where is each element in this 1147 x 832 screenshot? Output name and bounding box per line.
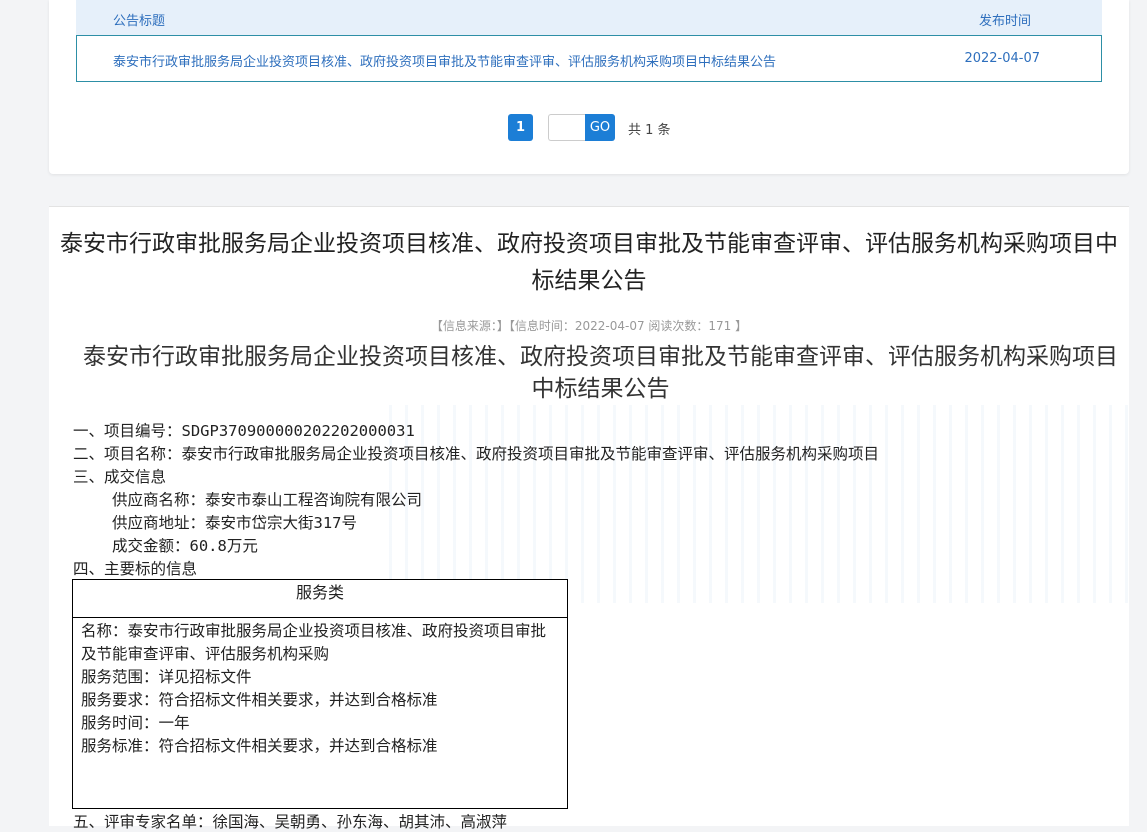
- service-requirement: 服务要求：符合招标文件相关要求，并达到合格标准: [81, 691, 438, 709]
- table-row[interactable]: 泰安市行政审批服务局企业投资项目核准、政府投资项目审批及节能审查评审、评估服务机…: [76, 35, 1102, 82]
- service-table-header: 服务类: [73, 580, 567, 618]
- announcement-date: 2022-04-07: [964, 51, 1040, 66]
- divider: [49, 206, 1129, 207]
- page-button-current[interactable]: 1: [508, 114, 533, 141]
- info-meta: 【信息来源：】【信息时间：2022-04-07 阅读次数：171 】: [430, 319, 748, 333]
- total-count: 共 1 条: [628, 123, 671, 138]
- announcement-link[interactable]: 泰安市行政审批服务局企业投资项目核准、政府投资项目审批及节能审查评审、评估服务机…: [113, 51, 776, 70]
- announcement-body: 一、项目编号：SDGP370900000202202000031 二、项目名称：…: [73, 420, 1113, 581]
- list-header: 公告标题 发布时间: [76, 0, 1102, 36]
- service-table-cell: 名称：泰安市行政审批服务局企业投资项目核准、政府投资项目审批及节能审查评审、评估…: [73, 618, 567, 760]
- col-date-header: 发布时间: [978, 14, 1031, 29]
- deal-amount: 成交金额：60.8万元: [112, 537, 258, 555]
- announcement-detail: 泰安市行政审批服务局企业投资项目核准、政府投资项目审批及节能审查评审、评估服务机…: [49, 206, 1129, 831]
- body-title: 泰安市行政审批服务局企业投资项目核准、政府投资项目审批及节能审查评审、评估服务机…: [72, 341, 1129, 405]
- col-title-header: 公告标题: [113, 14, 166, 29]
- deal-info-heading: 三、成交信息: [73, 468, 167, 486]
- page-jump-input[interactable]: [548, 114, 586, 141]
- project-number: 一、项目编号：SDGP370900000202202000031: [73, 422, 415, 440]
- go-button[interactable]: GO: [585, 114, 615, 141]
- reviewers-line: 五、评审专家名单：徐国海、吴朝勇、孙东海、胡其沛、高淑萍: [73, 813, 508, 831]
- service-standard: 服务标准：符合招标文件相关要求，并达到合格标准: [81, 737, 438, 755]
- announcement-list-card: 公告标题 发布时间 泰安市行政审批服务局企业投资项目核准、政府投资项目审批及节能…: [49, 0, 1129, 174]
- service-table: 服务类 名称：泰安市行政审批服务局企业投资项目核准、政府投资项目审批及节能审查评…: [72, 579, 568, 809]
- service-time: 服务时间：一年: [81, 714, 190, 732]
- page-title: 泰安市行政审批服务局企业投资项目核准、政府投资项目审批及节能审查评审、评估服务机…: [60, 231, 1118, 294]
- supplier-name: 供应商名称：泰安市泰山工程咨询院有限公司: [112, 491, 423, 509]
- main-subject-heading: 四、主要标的信息: [73, 560, 198, 578]
- service-scope: 服务范围：详见招标文件: [81, 668, 252, 686]
- supplier-address: 供应商地址：泰安市岱宗大街317号: [112, 514, 357, 532]
- service-name: 名称：泰安市行政审批服务局企业投资项目核准、政府投资项目审批及节能审查评审、评估…: [81, 622, 547, 663]
- project-name: 二、项目名称：泰安市行政审批服务局企业投资项目核准、政府投资项目审批及节能审查评…: [73, 445, 880, 463]
